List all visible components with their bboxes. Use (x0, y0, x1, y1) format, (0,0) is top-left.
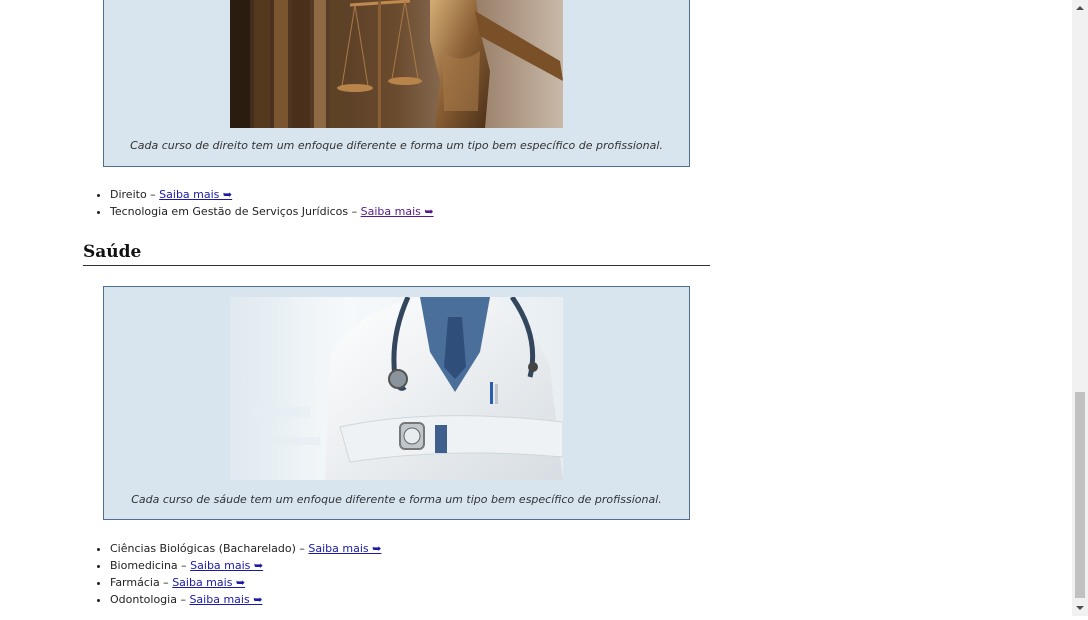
course-name: Direito – (110, 188, 160, 201)
course-name: Odontologia – (110, 593, 190, 606)
saiba-mais-link[interactable]: Saiba mais ➥ (159, 188, 232, 201)
saiba-mais-link[interactable]: Saiba mais ➥ (361, 205, 434, 218)
saiba-mais-link[interactable]: Saiba mais ➥ (308, 542, 381, 555)
list-item: Biomedicina – Saiba mais ➥ (110, 557, 381, 574)
list-item: Ciências Biológicas (Bacharelado) – Saib… (110, 540, 381, 557)
health-figure: Cada curso de sáude tem um enfoque difer… (103, 286, 690, 520)
doctor-image (230, 297, 563, 480)
list-item: Direito – Saiba mais ➥ (110, 186, 434, 203)
saiba-mais-link[interactable]: Saiba mais ➥ (190, 559, 263, 572)
scroll-up-arrow-icon[interactable] (1072, 0, 1088, 16)
scrollbar-thumb[interactable] (1075, 392, 1085, 598)
course-name: Farmácia – (110, 576, 173, 589)
page-content: Cada curso de direito tem um enfoque dif… (0, 0, 1072, 616)
lady-justice-image (230, 0, 563, 128)
saiba-mais-link[interactable]: Saiba mais ➥ (189, 593, 262, 606)
saiba-mais-link[interactable]: Saiba mais ➥ (172, 576, 245, 589)
list-item: Farmácia – Saiba mais ➥ (110, 574, 381, 591)
list-item: Odontologia – Saiba mais ➥ (110, 591, 381, 608)
course-name: Biomedicina – (110, 559, 191, 572)
health-section-title: Saúde (83, 240, 710, 266)
course-name: Tecnologia em Gestão de Serviços Jurídic… (110, 205, 361, 218)
vertical-scrollbar[interactable] (1072, 0, 1088, 616)
law-figure: Cada curso de direito tem um enfoque dif… (103, 0, 690, 167)
law-figure-caption: Cada curso de direito tem um enfoque dif… (130, 139, 663, 152)
list-item: Tecnologia em Gestão de Serviços Jurídic… (110, 203, 434, 220)
health-course-list: Ciências Biológicas (Bacharelado) – Saib… (83, 540, 381, 608)
scroll-down-arrow-icon[interactable] (1072, 600, 1088, 616)
law-course-list: Direito – Saiba mais ➥ Tecnologia em Ges… (83, 186, 434, 220)
course-name: Ciências Biológicas (Bacharelado) – (110, 542, 309, 555)
health-figure-caption: Cada curso de sáude tem um enfoque difer… (131, 493, 662, 506)
